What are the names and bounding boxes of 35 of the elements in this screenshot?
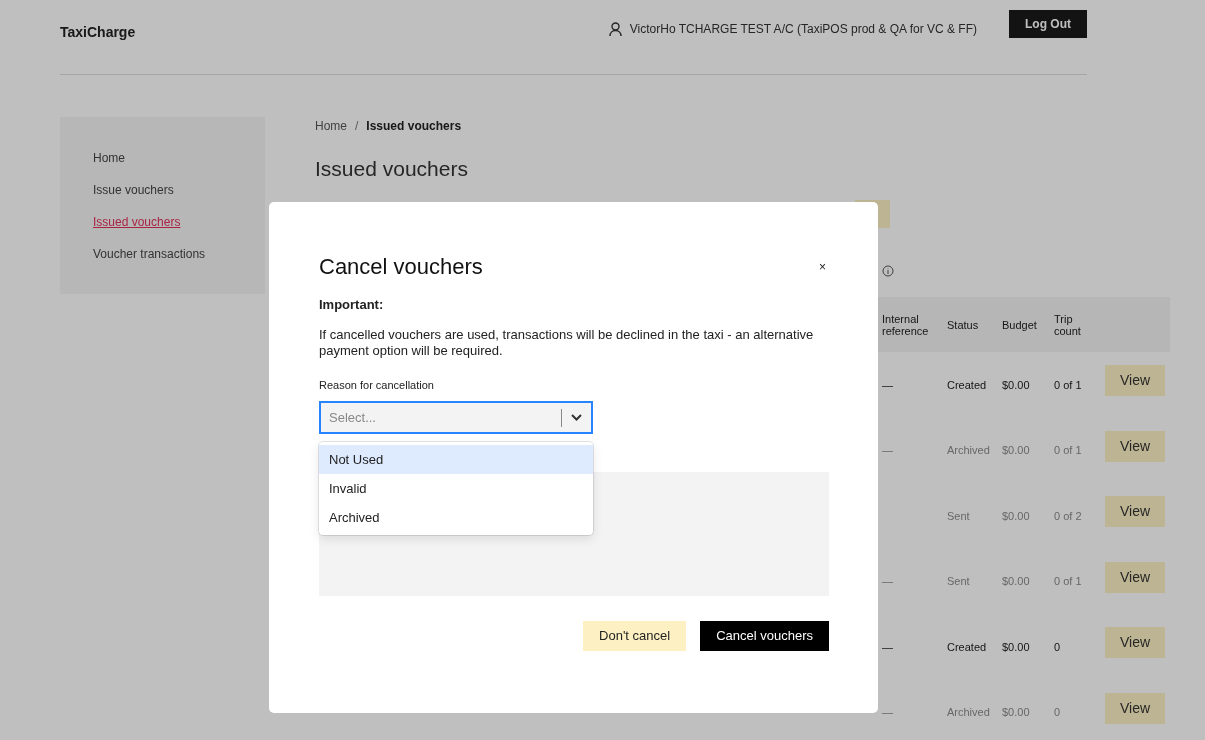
table-cell-text: — — [882, 443, 894, 458]
column-header: Internal reference — [882, 312, 930, 337]
table-cell-text: Archived — [947, 443, 991, 458]
table-cell-text: $0.00 — [1002, 443, 1031, 458]
important-label: Important: — [319, 296, 385, 314]
table-cell-text: $0.00 — [1002, 377, 1031, 393]
table-cell-text: 0 of 1 — [1054, 377, 1083, 393]
table-cell-text: 0 — [1054, 705, 1062, 720]
table-cell-text: 0 of 1 — [1054, 574, 1083, 589]
table-cell-text: — — [882, 574, 894, 589]
table-cell-text: $0.00 — [1002, 705, 1031, 720]
table-cell-text: $0.00 — [1002, 574, 1031, 589]
table-cell-text: Created — [947, 639, 988, 655]
page-title: Issued vouchers — [315, 156, 469, 182]
account-name: VictorHo TCHARGE TEST A/C (TaxiPOS prod & QA for VC & FF) — [629, 21, 977, 38]
dialog-title: Cancel vouchers — [319, 253, 483, 281]
table-cell-text: Sent — [947, 508, 971, 524]
field-label: Reason for cancellation — [319, 377, 435, 393]
table-cell-text: — — [882, 705, 894, 720]
table-cell-text: 0 of 2 — [1054, 508, 1083, 524]
table-cell-text: Sent — [947, 574, 971, 589]
column-header: Status — [947, 318, 980, 331]
table-cell-text: $0.00 — [1002, 508, 1031, 524]
select-placeholder: Select... — [329, 408, 377, 427]
table-cell-text: Archived — [947, 705, 991, 720]
table-cell-text: — — [882, 377, 894, 393]
warning-message: If cancelled vouchers are used, transactions will be declined in the taxi - an alternative payment option will be required. — [319, 326, 815, 359]
table-cell-text: — — [882, 639, 894, 655]
column-header: Budget — [1002, 318, 1038, 331]
table-cell-text: 0 of 1 — [1054, 443, 1083, 458]
breadcrumb-separator: / — [355, 118, 359, 135]
table-cell-text: Created — [947, 377, 988, 393]
table-cell-text: $0.00 — [1002, 639, 1031, 655]
table-cell-text: 0 — [1054, 639, 1062, 655]
column-header: Trip count — [1054, 312, 1082, 337]
